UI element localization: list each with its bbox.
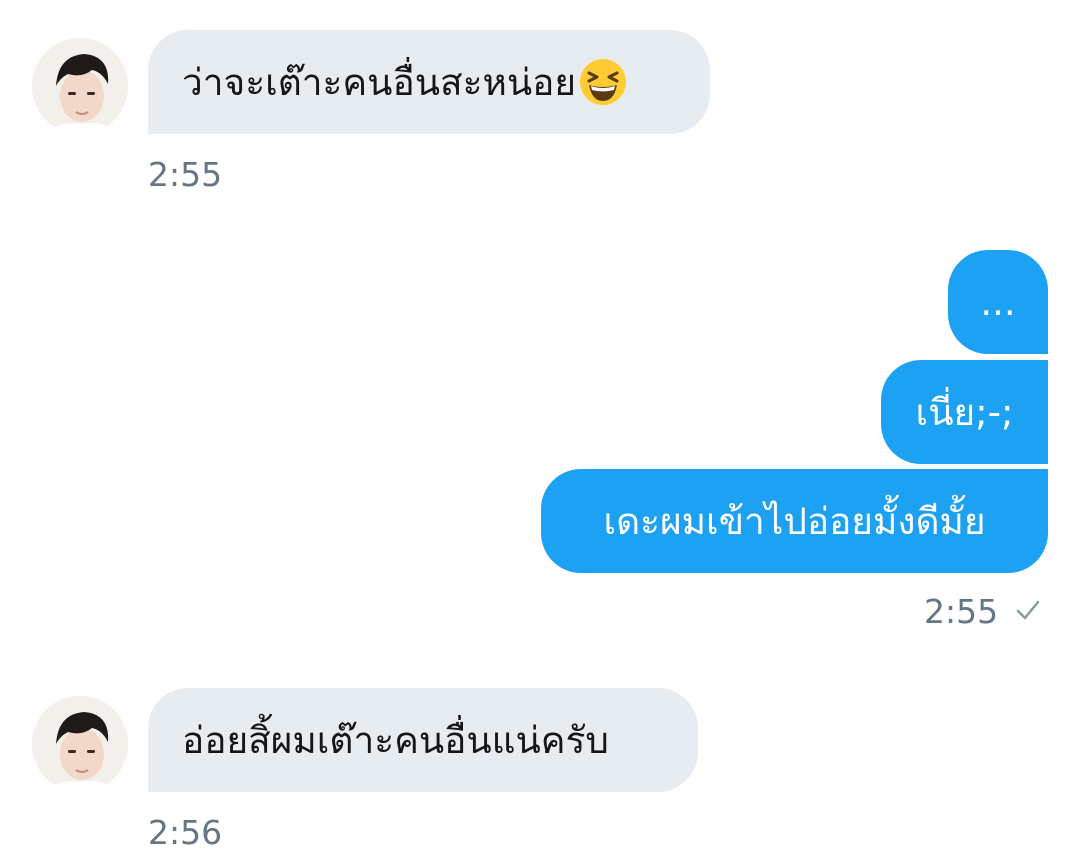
contact-avatar[interactable] bbox=[32, 38, 128, 134]
message-text: ว่าจะเต๊าะคนอื่นสะหน่อย bbox=[182, 60, 577, 104]
outgoing-message-bubble[interactable]: เนี่ย;-; bbox=[881, 360, 1048, 464]
message-timestamp: 2:55 bbox=[148, 155, 223, 194]
outgoing-message-bubble[interactable]: เดะผมเข้าไปอ่อยมั้งดีมั้ย bbox=[541, 469, 1048, 573]
message-text: เดะผมเข้าไปอ่อยมั้งดีมั้ย bbox=[603, 499, 986, 543]
sent-check-icon bbox=[1016, 600, 1040, 620]
message-text: ... bbox=[980, 280, 1016, 324]
incoming-message-bubble[interactable]: ว่าจะเต๊าะคนอื่นสะหน่อย bbox=[148, 30, 710, 134]
avatar-image bbox=[32, 696, 128, 792]
grinning-squinting-face-icon bbox=[580, 59, 627, 105]
message-timestamp: 2:55 bbox=[924, 592, 999, 631]
incoming-message-bubble[interactable]: อ่อยสิ้ผมเต๊าะคนอื่นแน่ครับ bbox=[148, 688, 698, 792]
message-text: อ่อยสิ้ผมเต๊าะคนอื่นแน่ครับ bbox=[182, 718, 609, 762]
outgoing-message-bubble[interactable]: ... bbox=[948, 250, 1048, 354]
contact-avatar[interactable] bbox=[32, 696, 128, 792]
message-text: เนี่ย;-; bbox=[915, 390, 1014, 434]
avatar-image bbox=[32, 38, 128, 134]
message-timestamp: 2:56 bbox=[148, 813, 223, 852]
